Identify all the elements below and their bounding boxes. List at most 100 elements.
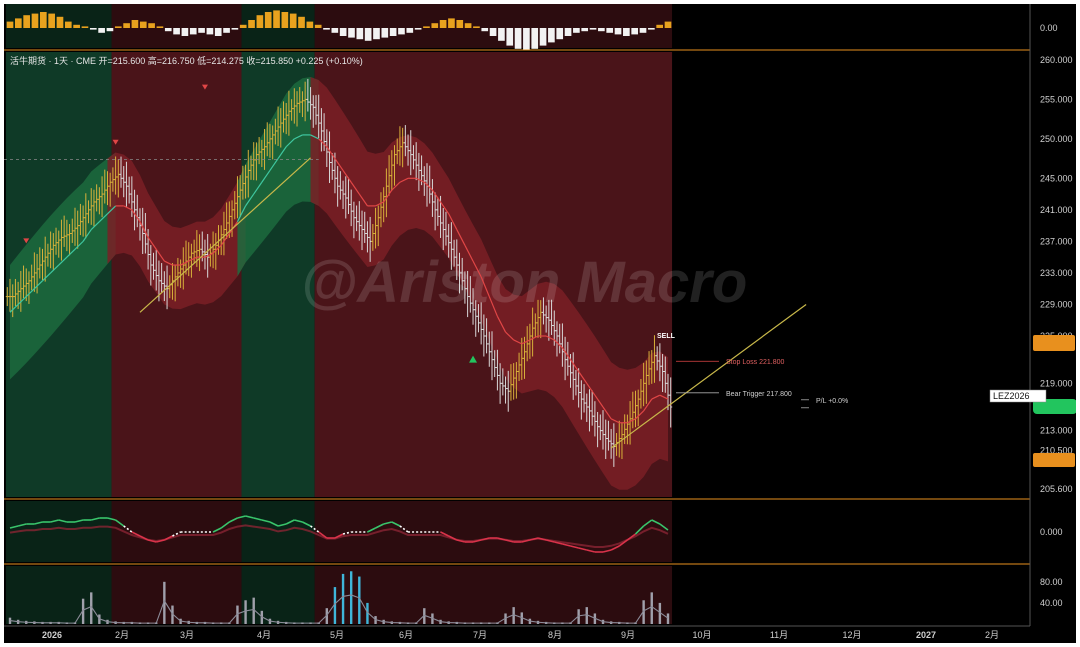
top-hist-bar-28 <box>239 24 247 28</box>
price-axis-tick-9: 219.000 <box>1040 378 1073 388</box>
top-hist-bar-1 <box>14 18 22 28</box>
top-hist-bar-65 <box>548 28 555 43</box>
volume-bar-42 <box>349 571 353 624</box>
top-hist-bar-59 <box>498 28 505 41</box>
top-hist-bar-9 <box>81 26 89 28</box>
top-hist-bar-29 <box>248 20 255 28</box>
zone-vol-0 <box>5 566 112 624</box>
volume-bar-29 <box>244 600 247 624</box>
price-axis-tick-4: 241.000 <box>1040 205 1073 215</box>
top-hist-bar-16 <box>139 21 147 28</box>
annotation-layer: LEZ2026 Stop Loss 221.800 Bear Trigger 217… <box>657 333 1076 467</box>
time-axis-tick-4: 5月 <box>330 630 344 640</box>
top-hist-bar-40 <box>339 28 347 36</box>
top-hist-bar-33 <box>281 12 289 28</box>
chart-canvas[interactable]: @Ariston Macro 0.00 260.000 255.000 250.000… <box>4 4 1076 643</box>
top-hist-bar-44 <box>373 28 380 40</box>
time-axis-tick-6: 7月 <box>473 630 487 640</box>
price-axis-tick-5: 237.000 <box>1040 236 1073 246</box>
top-hist-bar-68 <box>573 28 580 33</box>
top-hist-bar-31 <box>264 12 272 28</box>
top-hist-bar-42 <box>356 28 364 40</box>
top-hist-bar-2 <box>23 15 30 28</box>
top-hist-bar-72 <box>606 28 614 33</box>
top-hist-bar-52 <box>439 20 447 28</box>
time-axis-tick-13: 2月 <box>985 630 999 640</box>
top-hist-bar-70 <box>589 28 597 30</box>
top-hist-bar-48 <box>406 28 414 33</box>
time-axis-tick-11: 12月 <box>842 630 861 640</box>
top-hist-bar-49 <box>414 28 422 30</box>
top-hist-bar-24 <box>206 28 214 35</box>
top-hist-bar-8 <box>73 24 80 28</box>
top-hist-bar-45 <box>381 28 389 38</box>
top-hist-bar-41 <box>348 28 355 38</box>
top-hist-bar-22 <box>189 28 197 35</box>
top-hist-bar-64 <box>539 28 547 46</box>
price-axis-tick-10: 213.000 <box>1040 426 1073 436</box>
top-hist-bar-63 <box>531 28 539 49</box>
top-hist-bar-6 <box>56 16 64 28</box>
time-axis-tick-12: 2027 <box>916 630 936 640</box>
top-hist-bar-62 <box>523 28 530 51</box>
top-hist-bar-18 <box>156 26 164 28</box>
top-hist-bar-15 <box>131 20 139 28</box>
top-hist-bar-47 <box>398 28 405 35</box>
volume-bar-79 <box>650 592 653 624</box>
top-hist-bar-12 <box>106 28 114 32</box>
top-hist-bar-66 <box>556 28 564 40</box>
top-hist-bar-39 <box>331 28 339 33</box>
top-hist-bar-26 <box>223 28 230 33</box>
top-hist-bar-77 <box>648 28 655 30</box>
top-hist-bar-13 <box>114 26 122 28</box>
time-axis-tick-5: 6月 <box>399 630 413 640</box>
price-axis-tick-12: 205.600 <box>1040 484 1073 494</box>
bear-trigger-label: Bear Trigger 217.800 <box>726 391 792 398</box>
top-hist-bar-20 <box>173 28 180 35</box>
price-axis-tick-6: 233.000 <box>1040 268 1073 278</box>
watermark-text: @Ariston Macro <box>301 250 748 315</box>
top-hist-bar-27 <box>231 28 239 30</box>
top-hist-bar-34 <box>289 13 297 28</box>
top-hist-bar-55 <box>464 23 472 28</box>
stop-loss-label: Stop Loss 221.800 <box>726 359 784 366</box>
osc-axis-tick-0: 0.000 <box>1040 527 1063 537</box>
symbol-header: 活牛期货 · 1天 · CME 开=215.600 高=216.750 低=21… <box>10 55 363 66</box>
top-hist-bar-43 <box>364 28 372 41</box>
top-hist-bar-50 <box>423 26 430 28</box>
top-hist-bar-57 <box>481 28 489 32</box>
top-hist-bar-53 <box>448 18 455 28</box>
top-hist-bar-19 <box>164 28 172 32</box>
top-hist-bar-4 <box>39 12 47 28</box>
zone-top-3 <box>314 4 673 48</box>
top-hist-bar-67 <box>564 28 572 36</box>
top-hist-bar-7 <box>64 21 72 28</box>
pl-label: P/L +0.0% <box>816 398 848 405</box>
top-hist-bar-54 <box>456 20 464 28</box>
top-hist-bar-71 <box>598 28 605 32</box>
top-hist-bar-30 <box>256 15 264 28</box>
volume-bar-81 <box>666 613 670 624</box>
price-axis-tick-0: 260.000 <box>1040 55 1073 65</box>
top-hist-bar-76 <box>639 28 647 33</box>
low-price-tag <box>1033 453 1075 467</box>
time-axis-tick-1: 2月 <box>115 630 129 640</box>
top-hist-bar-32 <box>273 10 280 28</box>
top-hist-bar-25 <box>214 28 222 36</box>
time-axis-tick-0: 2026 <box>42 630 62 640</box>
top-hist-bar-35 <box>298 16 305 28</box>
top-hist-bar-46 <box>389 28 397 36</box>
top-hist-bar-5 <box>48 13 55 28</box>
top-hist-bar-58 <box>489 28 497 36</box>
top-hist-bar-60 <box>506 28 514 46</box>
top-hist-bar-61 <box>514 28 522 49</box>
time-axis-tick-8: 9月 <box>621 630 635 640</box>
ticker-tag-label: LEZ2026 <box>993 391 1030 401</box>
zone-vol-1 <box>111 566 242 624</box>
time-axis-tick-10: 11月 <box>770 630 788 640</box>
top-hist-bar-79 <box>664 21 672 28</box>
top-hist-bar-11 <box>98 28 105 33</box>
top-hist-bar-51 <box>431 23 439 28</box>
top-hist-bar-73 <box>614 28 622 35</box>
price-axis-tick-2: 250.000 <box>1040 134 1073 144</box>
